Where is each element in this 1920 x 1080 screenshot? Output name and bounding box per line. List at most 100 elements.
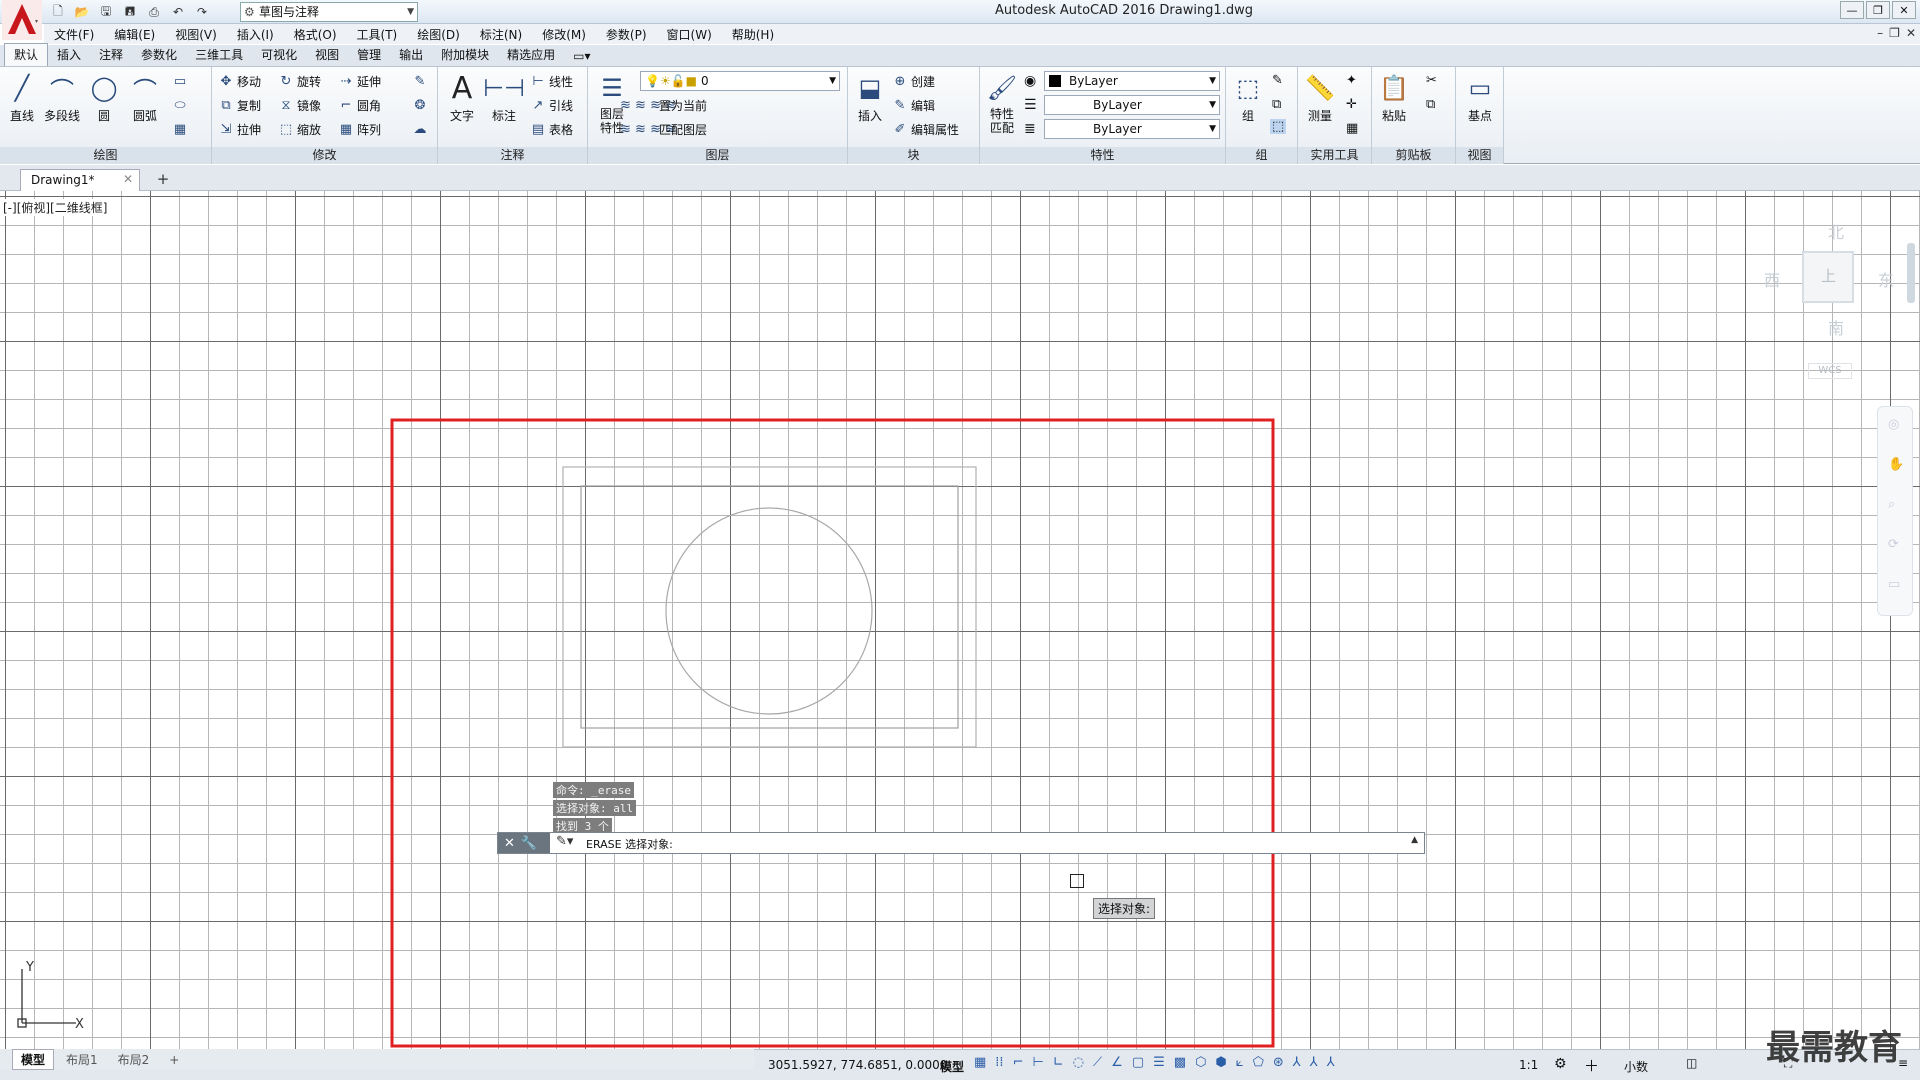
zoom-icon[interactable]: ⌕: [1888, 497, 1895, 512]
layer-select[interactable]: 💡☀🔓■ 0 ▼: [640, 71, 840, 91]
navigation-bar[interactable]: ◎ ✋ ⌕ ⟳ ▭: [1877, 406, 1913, 616]
close-icon[interactable]: ✕: [123, 172, 133, 186]
tab-parametric[interactable]: 参数化: [132, 44, 186, 66]
erase-button[interactable]: ✎: [412, 71, 428, 91]
extend-button[interactable]: ⇢ 延伸: [338, 71, 381, 91]
wrench-icon[interactable]: 🔧: [521, 836, 537, 851]
base-view-button[interactable]: ▭ 基点: [1460, 71, 1500, 124]
panel-modify-title[interactable]: 修改: [212, 147, 437, 164]
undo-icon[interactable]: ↶: [168, 2, 188, 22]
snap-icon[interactable]: ⁞⁞: [995, 1055, 1003, 1070]
command-line-grip[interactable]: ✕ 🔧: [498, 833, 550, 853]
object-snap-icon[interactable]: ▢: [1132, 1055, 1144, 1070]
annotation-scale-icon[interactable]: ⅄: [1327, 1055, 1335, 1070]
menu-dimension[interactable]: 标注(N): [470, 26, 532, 43]
command-pen-icon[interactable]: ✎▾: [556, 834, 573, 849]
linetype-icon[interactable]: ☰: [1024, 97, 1037, 113]
isolate-objects-icon[interactable]: ◫: [1686, 1056, 1697, 1070]
copy-button[interactable]: ⧉ 复制: [218, 95, 261, 115]
steering-wheel-icon[interactable]: ◎: [1888, 417, 1899, 432]
menu-insert[interactable]: 插入(I): [227, 26, 284, 43]
lineweight-select[interactable]: ByLayer ▼: [1044, 119, 1220, 139]
add-layout-button[interactable]: +: [161, 1052, 187, 1068]
showmotion-icon[interactable]: ▭: [1888, 577, 1900, 592]
viewcube[interactable]: 北 西 东 南 上 WCS: [1750, 211, 1900, 381]
panel-properties-title[interactable]: 特性: [980, 147, 1225, 164]
menu-help[interactable]: 帮助(H): [722, 26, 784, 43]
panel-clipboard-title[interactable]: 剪贴板: [1372, 147, 1455, 164]
infer-icon[interactable]: ⌐: [1013, 1055, 1024, 1070]
command-line[interactable]: ✕ 🔧 ✎▾ ERASE 选择对象: ▲: [497, 832, 1425, 854]
table-button[interactable]: ▤ 表格: [530, 119, 573, 139]
tab-featured-apps[interactable]: 精选应用: [498, 44, 564, 66]
pan-icon[interactable]: ✋: [1888, 457, 1904, 472]
maximize-button[interactable]: ❐: [1866, 1, 1890, 19]
tab-model[interactable]: 模型: [12, 1049, 55, 1070]
tab-3d-tools[interactable]: 三维工具: [186, 44, 252, 66]
orbit-icon[interactable]: ⟳: [1888, 537, 1899, 552]
object-snap-tracking-icon[interactable]: ∠: [1111, 1055, 1123, 1070]
tab-output[interactable]: 输出: [390, 44, 432, 66]
viewcube-south[interactable]: 南: [1828, 315, 1844, 339]
measure-button[interactable]: 📏 测量: [1300, 71, 1340, 124]
redo-icon[interactable]: ↷: [192, 2, 212, 22]
viewcube-west[interactable]: 西: [1764, 267, 1780, 291]
tab-layout1[interactable]: 布局1: [58, 1050, 106, 1069]
layer-tools-row-2[interactable]: ≋ ≋ ≋ ≋ 置为当前: [620, 95, 707, 115]
tab-annotate[interactable]: 注释: [90, 44, 132, 66]
save-as-icon[interactable]: 🖪: [120, 2, 140, 22]
cut-icon[interactable]: ✂: [1426, 73, 1437, 88]
ortho-icon[interactable]: ∟: [1053, 1055, 1064, 1070]
ungroup-icon[interactable]: ✎: [1272, 73, 1283, 88]
units-value[interactable]: 小数: [1624, 1058, 1648, 1075]
panel-layers-title[interactable]: 图层: [588, 147, 847, 164]
point-icon[interactable]: ✛: [1346, 97, 1357, 112]
annotation-scale-value[interactable]: 1:1: [1519, 1058, 1538, 1072]
tab-default[interactable]: 默认: [4, 43, 49, 66]
fillet-button[interactable]: ⌐ 圆角: [338, 95, 381, 115]
ribbon-options-icon[interactable]: ▭▾: [564, 47, 599, 66]
menu-window[interactable]: 窗口(W): [657, 26, 722, 43]
plus-icon[interactable]: ＋: [1584, 1055, 1599, 1076]
selection-filter-icon[interactable]: ⬠: [1253, 1055, 1264, 1070]
color-wheel-icon[interactable]: ◉: [1024, 73, 1036, 89]
autocad-logo-icon[interactable]: [2, 0, 42, 40]
explode-button[interactable]: ❂: [412, 95, 428, 115]
isodraft-icon[interactable]: ⟋: [1093, 1055, 1102, 1070]
paste-button[interactable]: 📋 粘贴: [1374, 71, 1414, 124]
save-icon[interactable]: 🖫: [96, 2, 116, 22]
drawing-canvas[interactable]: [-][俯视][二维线框] 北 西 东 南 上 WCS ◎ ✋ ⌕ ⟳ ▭ Y …: [0, 191, 1920, 1049]
tab-visualize[interactable]: 可视化: [252, 44, 306, 66]
new-file-icon[interactable]: 🗋: [48, 2, 68, 22]
chevron-up-icon[interactable]: ▲: [1411, 835, 1418, 845]
close-icon[interactable]: ✕: [504, 836, 515, 851]
viewcube-north[interactable]: 北: [1828, 219, 1844, 243]
doc-minimize-icon[interactable]: –: [1877, 26, 1883, 40]
panel-groups-title[interactable]: 组: [1226, 147, 1297, 164]
edit-attributes-button[interactable]: ✐ 编辑属性: [892, 119, 959, 139]
rotate-button[interactable]: ↻ 旋转: [278, 71, 321, 91]
dimension-button[interactable]: ⊢⊣ 标注: [483, 71, 525, 124]
vertical-scroll-indicator[interactable]: [1907, 243, 1915, 303]
menu-format[interactable]: 格式(O): [284, 26, 347, 43]
wcs-menu[interactable]: WCS: [1808, 363, 1852, 379]
group-select-icon[interactable]: ⬚: [1270, 119, 1287, 134]
grid-icon[interactable]: ▦: [974, 1055, 986, 1070]
workspace-select[interactable]: ⚙ 草图与注释 ▼: [240, 2, 418, 22]
close-button[interactable]: ✕: [1892, 1, 1916, 19]
calculator-icon[interactable]: ▦: [1346, 121, 1358, 136]
gizmo-icon[interactable]: ⊛: [1273, 1055, 1284, 1070]
insert-block-button[interactable]: ⬓ 插入: [850, 71, 890, 124]
panel-draw-title[interactable]: 绘图: [0, 147, 211, 164]
transparency-icon[interactable]: ▩: [1174, 1055, 1186, 1070]
3d-osnap-icon[interactable]: ⬢: [1215, 1055, 1226, 1070]
dynamic-input-icon[interactable]: ⊢: [1032, 1055, 1043, 1070]
polar-icon[interactable]: ◌: [1073, 1055, 1084, 1070]
file-tab-drawing1[interactable]: Drawing1* ✕: [20, 169, 140, 191]
auto-scale-icon[interactable]: ⅄: [1310, 1055, 1318, 1070]
menu-file[interactable]: 文件(F): [44, 26, 104, 43]
panel-view-title[interactable]: 视图: [1456, 147, 1503, 164]
open-file-icon[interactable]: 📂: [72, 2, 92, 22]
panel-annotation-title[interactable]: 注释: [438, 147, 587, 164]
leader-button[interactable]: ↗ 引线: [530, 95, 573, 115]
